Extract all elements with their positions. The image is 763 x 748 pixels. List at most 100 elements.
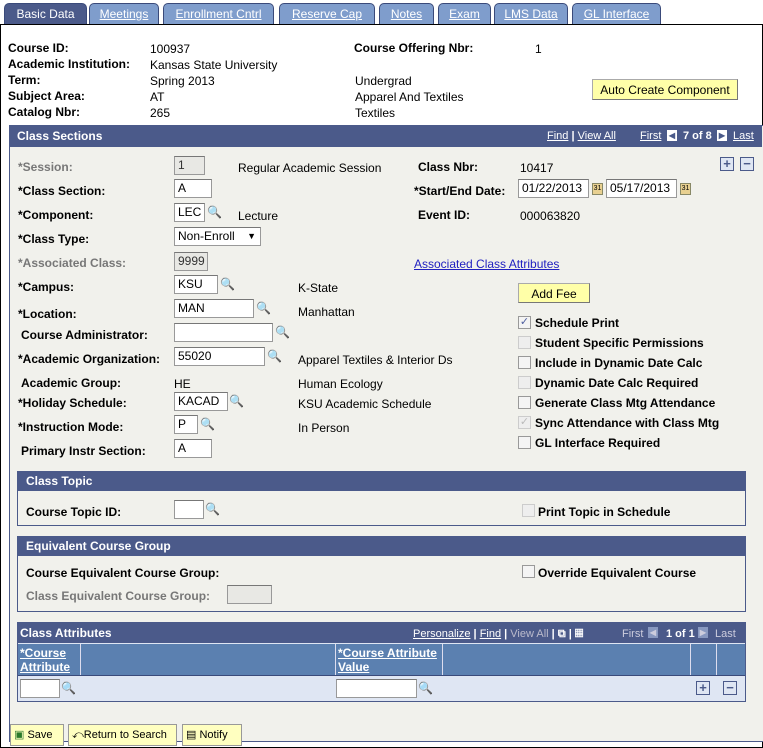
class-type-label: *Class Type:: [18, 232, 90, 246]
download-icon[interactable]: ▦: [575, 628, 583, 640]
event-id-label: Event ID:: [418, 208, 471, 222]
override-equiv-label: Override Equivalent Course: [538, 566, 697, 580]
find-link[interactable]: Find: [547, 130, 568, 142]
course-attribute-field[interactable]: [20, 679, 60, 698]
col-course-attribute-value[interactable]: *Course Attribute Value: [335, 644, 443, 675]
instruction-mode-field[interactable]: P: [174, 415, 198, 434]
save-button[interactable]: ▣ Save: [10, 724, 64, 746]
prev-arrow-icon[interactable]: ◀: [667, 130, 677, 141]
course-topic-field[interactable]: [174, 500, 204, 519]
delete-attribute-row-button[interactable]: −: [723, 681, 737, 695]
checkbox-dynamic-date-calc-required: [518, 376, 531, 389]
course-attribute-value-field[interactable]: [336, 679, 417, 698]
session-label: *Session:: [18, 160, 73, 174]
add-fee-button[interactable]: Add Fee: [518, 283, 590, 303]
course-id-label: Course ID:: [8, 41, 69, 55]
checkbox-include-in-dynamic-date-calc[interactable]: [518, 356, 531, 369]
lookup-icon[interactable]: 🔍: [267, 349, 282, 363]
checkbox-generate-class-mtg-attendance[interactable]: [518, 396, 531, 409]
location-label: *Location:: [18, 307, 77, 321]
save-icon: ▣: [14, 729, 25, 741]
auto-create-component-button[interactable]: Auto Create Component: [592, 79, 738, 100]
next-arrow-icon[interactable]: ▶: [717, 130, 727, 141]
lookup-icon[interactable]: 🔍: [205, 502, 220, 516]
campus-label: *Campus:: [18, 280, 75, 294]
academic-org-field[interactable]: 55020: [174, 347, 265, 366]
course-id: 100937: [150, 42, 191, 56]
lookup-icon[interactable]: 🔍: [200, 417, 215, 431]
class-section-field[interactable]: A: [174, 179, 212, 198]
zoom-grid-icon[interactable]: ⧉: [558, 628, 566, 640]
primary-section-field[interactable]: A: [174, 439, 212, 458]
add-row-button[interactable]: +: [720, 157, 734, 171]
tab-basic-data[interactable]: Basic Data: [4, 3, 87, 24]
notify-button[interactable]: ▤ Notify: [182, 724, 242, 746]
lookup-icon[interactable]: 🔍: [61, 681, 76, 695]
lookup-icon[interactable]: 🔍: [418, 681, 433, 695]
calendar-icon[interactable]: 31: [680, 183, 691, 195]
lookup-icon[interactable]: 🔍: [229, 394, 244, 408]
catalog: 265: [150, 106, 171, 120]
course-admin-field[interactable]: [174, 323, 273, 342]
row-count: 7 of 8: [683, 130, 712, 142]
event-id: 000063820: [520, 209, 581, 223]
lookup-icon[interactable]: 🔍: [256, 301, 271, 315]
prev-arrow-icon: ◀: [648, 627, 658, 638]
component-desc: Lecture: [238, 209, 279, 223]
academic-group: HE: [174, 377, 191, 391]
add-attribute-row-button[interactable]: +: [696, 681, 710, 695]
last-link[interactable]: Last: [733, 126, 754, 146]
location-field[interactable]: MAN: [174, 299, 254, 318]
grid-header-row: *Course Attribute *Course Attribute Value: [18, 644, 745, 676]
find-link[interactable]: Find: [480, 628, 501, 640]
col-course-attribute[interactable]: *Course Attribute: [18, 644, 81, 675]
lookup-icon[interactable]: 🔍: [275, 325, 290, 339]
delete-row-button[interactable]: −: [740, 157, 754, 171]
subject: AT: [150, 90, 165, 104]
class-equiv-label: Class Equivalent Course Group:: [26, 589, 211, 603]
catalog-desc: Textiles: [355, 106, 396, 120]
lookup-icon[interactable]: 🔍: [220, 277, 235, 291]
checkbox-label: Schedule Print: [535, 316, 620, 330]
holiday-field[interactable]: KACAD: [174, 392, 228, 411]
tab-meetings[interactable]: Meetings: [89, 3, 159, 24]
personalize-link[interactable]: Personalize: [413, 628, 470, 640]
term: Spring 2013: [150, 74, 215, 88]
course-topic-label: Course Topic ID:: [26, 505, 122, 519]
class-type-value: Non-Enroll: [178, 229, 235, 243]
campus-desc: K-State: [298, 281, 339, 295]
end-date-field[interactable]: 05/17/2013: [606, 179, 677, 198]
checkbox-label: Include in Dynamic Date Calc: [535, 356, 703, 370]
view-all-link[interactable]: View All: [578, 130, 616, 142]
class-attributes-header: Class Attributes Personalize | Find | Vi…: [18, 623, 745, 643]
return-to-search-button[interactable]: ⤺Return to Search: [68, 724, 177, 746]
tab-enrollment-cntrl[interactable]: Enrollment Cntrl: [163, 3, 274, 24]
holiday-desc: KSU Academic Schedule: [298, 397, 432, 411]
subject-desc: Apparel And Textiles: [355, 90, 464, 104]
lookup-icon[interactable]: 🔍: [207, 205, 222, 219]
override-equiv-checkbox[interactable]: [522, 565, 535, 578]
tab-reserve-cap[interactable]: Reserve Cap: [279, 3, 375, 24]
offering-label: Course Offering Nbr:: [354, 41, 474, 55]
checkbox-gl-interface-required[interactable]: [518, 436, 531, 449]
start-date-field[interactable]: 01/22/2013: [518, 179, 589, 198]
tab-notes[interactable]: Notes: [379, 3, 434, 24]
holiday-label: *Holiday Schedule:: [18, 396, 127, 410]
calendar-icon[interactable]: 31: [592, 183, 603, 195]
notify-icon: ▤: [186, 729, 197, 741]
checkbox-label: Generate Class Mtg Attendance: [535, 396, 716, 410]
component-field[interactable]: LEC: [174, 203, 205, 222]
associated-class-attributes-link[interactable]: Associated Class Attributes: [414, 257, 559, 271]
tab-lms-data[interactable]: LMS Data: [494, 3, 568, 24]
instruction-mode-desc: In Person: [298, 421, 350, 435]
tab-gl-interface[interactable]: GL Interface: [572, 3, 661, 24]
checkbox-schedule-print[interactable]: ✓: [518, 316, 531, 329]
checkbox-sync-attendance-with-class-mtg: ✓: [518, 416, 531, 429]
class-type-select[interactable]: Non-Enroll ▼: [174, 227, 261, 246]
tab-exam[interactable]: Exam: [438, 3, 491, 24]
first-link[interactable]: First: [640, 126, 661, 146]
checkbox-student-specific-permissions: [518, 336, 531, 349]
dates-label: *Start/End Date:: [414, 184, 506, 198]
campus-field[interactable]: KSU: [174, 275, 218, 294]
last-text: Last: [715, 628, 736, 640]
